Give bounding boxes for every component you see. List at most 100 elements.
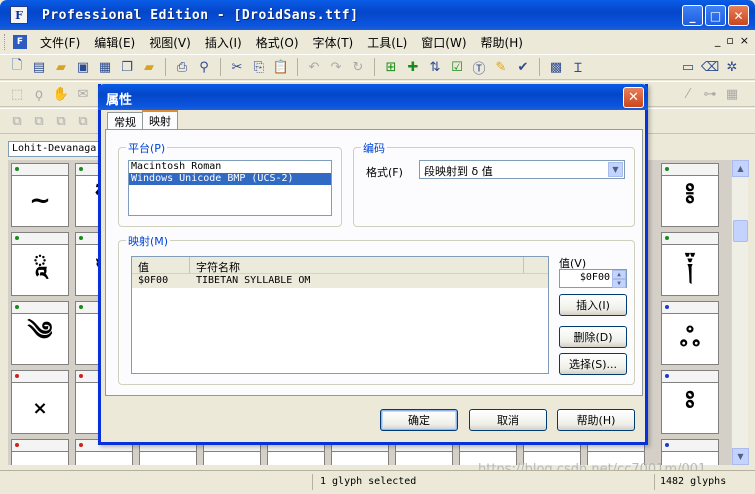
envelope-icon[interactable]: ✉ [74, 85, 92, 103]
lasso-icon[interactable]: ϙ [30, 85, 48, 103]
value-stepper-value: $0F00 [579, 272, 610, 283]
platform-item-selected[interactable]: Windows Unicode BMP (UCS-2) [129, 173, 331, 185]
grid-icon[interactable]: ▦ [723, 85, 741, 103]
add-icon[interactable]: ✚ [404, 58, 422, 76]
ok-button[interactable]: 确定 [380, 409, 458, 431]
close-button[interactable]: ✕ [728, 5, 749, 26]
sort-icon[interactable]: ⇅ [426, 58, 444, 76]
insert-button[interactable]: 插入(I) [559, 294, 627, 316]
layer-icon[interactable]: ⧉ [52, 112, 70, 130]
find-icon[interactable]: ⚲ [195, 58, 213, 76]
chevron-down-icon[interactable]: ▼ [608, 162, 623, 177]
folder-icon[interactable]: ▰ [52, 58, 70, 76]
format-select[interactable]: 段映射到 δ 值 ▼ [419, 160, 625, 179]
export-icon[interactable]: ▰ [140, 58, 158, 76]
minimize-button[interactable]: _ [682, 5, 703, 26]
menu-edit[interactable]: 编辑(E) [87, 34, 142, 51]
copy-icon[interactable]: ⎘ [250, 58, 268, 76]
dialog-close-button[interactable]: ✕ [623, 87, 644, 108]
glyph-cell[interactable]: ཿ [661, 370, 719, 434]
scroll-down-icon[interactable]: ▼ [732, 448, 749, 465]
mdi-restore-button[interactable]: ▫ [726, 34, 733, 47]
nodes-icon[interactable]: ⊶ [701, 85, 719, 103]
platform-item[interactable]: Macintosh Roman [129, 161, 331, 173]
glyph-cell[interactable]: × [11, 370, 69, 434]
dialog-titlebar: 属性 ✕ [98, 84, 648, 110]
tab-general[interactable]: 常规 [107, 112, 143, 129]
standard-toolbar: 🗋 ▤ ▰ ▣ ▦ ❐ ▰ ⎙ ⚲ ✂ ⎘ 📋 ↶ ↷ ↻ ⊞ ✚ ⇅ ☑ Ⓣ … [0, 54, 755, 80]
glyph-cell[interactable]: ཱ [11, 232, 69, 296]
validate-icon[interactable]: ✔ [514, 58, 532, 76]
menubar-grip[interactable] [4, 34, 7, 50]
menu-window[interactable]: 窗口(W) [414, 34, 473, 51]
menu-file[interactable]: 文件(F) [33, 34, 87, 51]
metrics-icon[interactable]: Ɪ [569, 58, 587, 76]
copy-file-icon[interactable]: ❐ [118, 58, 136, 76]
layer-icon[interactable]: ⧉ [8, 112, 26, 130]
menu-insert[interactable]: 插入(I) [198, 34, 249, 51]
paste-icon[interactable]: 📋 [272, 58, 290, 76]
menu-tools[interactable]: 工具(L) [360, 34, 414, 51]
platform-list[interactable]: Macintosh Roman Windows Unicode BMP (UCS… [128, 160, 332, 216]
redo-icon[interactable]: ↷ [327, 58, 345, 76]
glyph-grid-scrollbar[interactable]: ▲ ▼ [731, 160, 749, 465]
save-icon[interactable]: ▣ [74, 58, 92, 76]
mapping-table-header: 值 字符名称 [132, 257, 548, 274]
menu-font[interactable]: 字体(T) [306, 34, 361, 51]
scroll-thumb[interactable] [733, 220, 748, 242]
column-char-name[interactable]: 字符名称 [190, 257, 524, 274]
stepper-up-icon[interactable]: ▲ [612, 270, 626, 279]
stepper-down-icon[interactable]: ▼ [612, 279, 626, 288]
window-title: Professional Edition - [DroidSans.ttf] [42, 7, 359, 23]
document-icon[interactable]: F [13, 35, 27, 49]
glyph-cell[interactable]: ~ [11, 163, 69, 227]
scroll-up-icon[interactable]: ▲ [732, 160, 749, 177]
help-button[interactable]: 帮助(H) [557, 409, 635, 431]
menu-view[interactable]: 视图(V) [142, 34, 198, 51]
open-icon[interactable]: ▤ [30, 58, 48, 76]
eraser-icon[interactable]: ⌫ [701, 58, 719, 76]
text-icon[interactable]: Ⓣ [470, 58, 488, 77]
select-rect-icon[interactable]: ⬚ [8, 85, 26, 103]
tag-icon[interactable]: ✎ [492, 58, 510, 76]
maximize-button[interactable]: □ [705, 5, 726, 26]
encoding-legend: 编码 [361, 140, 387, 156]
glyph-cell[interactable]: ஃ [661, 301, 719, 365]
print-icon[interactable]: ⎙ [173, 58, 191, 76]
ruler-icon[interactable]: ⁄ [679, 85, 697, 103]
menu-help[interactable]: 帮助(H) [474, 34, 530, 51]
table-row[interactable]: $0F00 TIBETAN SYLLABLE OM [132, 274, 548, 288]
delete-button[interactable]: 删除(D) [559, 326, 627, 348]
cut-icon[interactable]: ✂ [228, 58, 246, 76]
preview-icon[interactable]: ▩ [547, 58, 565, 76]
glyph-cell[interactable] [11, 439, 69, 465]
font-name-field[interactable]: Lohit-Devanagari [8, 141, 108, 157]
new-icon[interactable]: 🗋 [8, 58, 26, 76]
check-icon[interactable]: ☑ [448, 58, 466, 76]
bug-icon[interactable]: ✲ [723, 58, 741, 76]
panel-icon[interactable]: ▭ [679, 58, 697, 76]
mapping-table[interactable]: 值 字符名称 $0F00 TIBETAN SYLLABLE OM [131, 256, 549, 374]
add-glyph-icon[interactable]: ⊞ [382, 58, 400, 76]
value-stepper[interactable]: $0F00 ▲ ▼ [559, 269, 627, 288]
undo-icon[interactable]: ↶ [305, 58, 323, 76]
select-button[interactable]: 选择(S)... [559, 353, 627, 375]
glyph-char: × [32, 397, 48, 419]
glyph-cell[interactable]: ༔ [661, 163, 719, 227]
encoding-group: 编码 格式(F) 段映射到 δ 值 ▼ [353, 140, 635, 227]
mdi-close-button[interactable]: × [740, 34, 749, 47]
menu-format[interactable]: 格式(O) [249, 34, 306, 51]
column-value[interactable]: 值 [132, 257, 190, 274]
hand-icon[interactable]: ✋ [52, 85, 70, 103]
glyph-char: ༄ [27, 316, 53, 347]
layer-icon[interactable]: ⧉ [30, 112, 48, 130]
cancel-button[interactable]: 取消 [469, 409, 547, 431]
tab-mapping[interactable]: 映射 [142, 110, 178, 129]
layer-icon[interactable]: ⧉ [74, 112, 92, 130]
refresh-icon[interactable]: ↻ [349, 58, 367, 76]
glyph-cell[interactable]: ༑ [661, 232, 719, 296]
menubar: F 文件(F) 编辑(E) 视图(V) 插入(I) 格式(O) 字体(T) 工具… [0, 30, 755, 54]
save-all-icon[interactable]: ▦ [96, 58, 114, 76]
mdi-minimize-button[interactable]: _ [715, 34, 721, 47]
glyph-cell[interactable]: ༄ [11, 301, 69, 365]
